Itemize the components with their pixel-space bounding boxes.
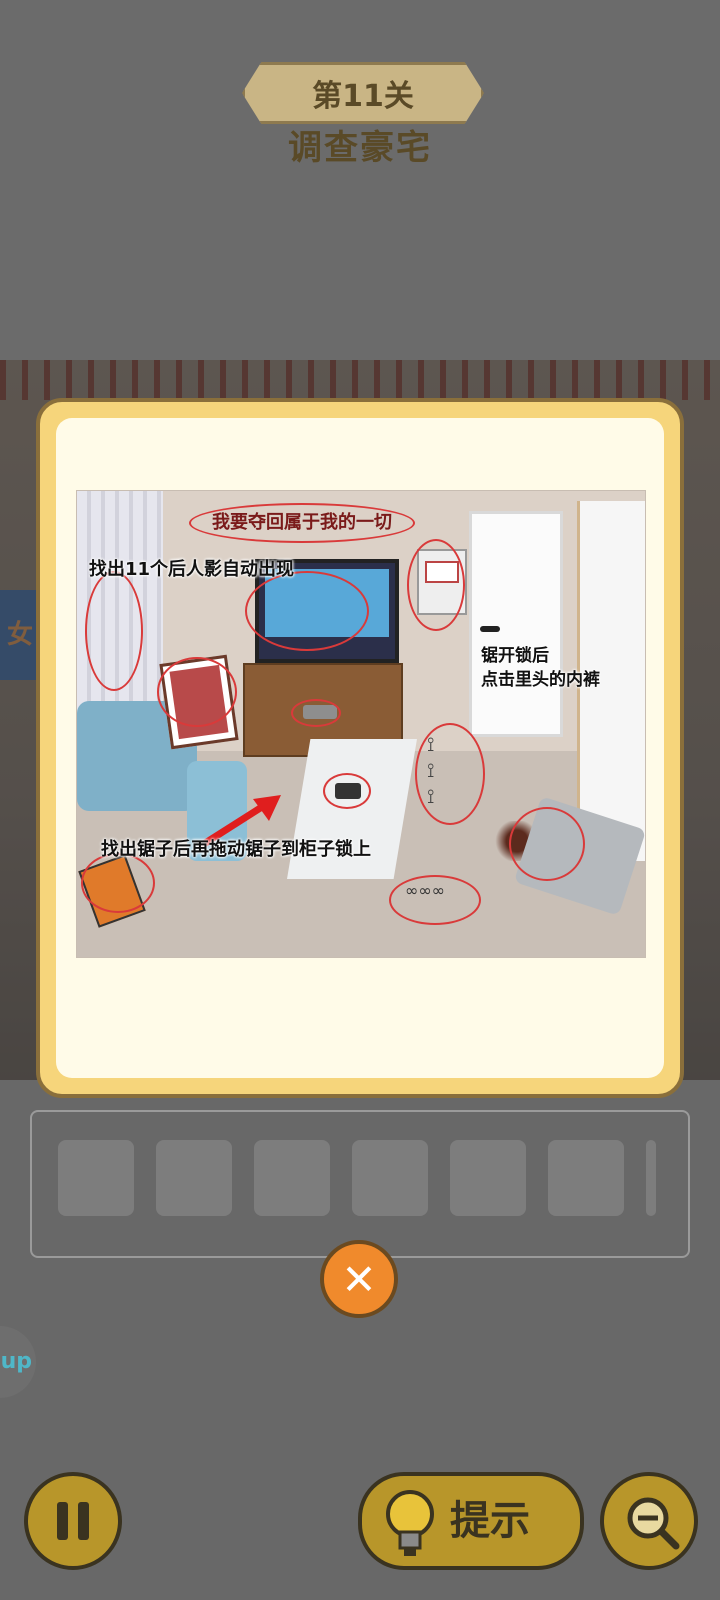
inventory-slot[interactable] bbox=[58, 1140, 134, 1216]
circle-phone bbox=[323, 773, 371, 809]
note-cabinet-line2: 点击里头的内裤 bbox=[481, 670, 600, 690]
inventory-slot[interactable] bbox=[450, 1140, 526, 1216]
circle-graffiti bbox=[189, 503, 415, 543]
hint-illustration: ⟟ ⟟ ⟟ ∞∞∞ 我要夺回属于我的一切 找出11个后人影自动出现 找出锯子后再拖动… bbox=[76, 490, 646, 958]
lightbulb-icon bbox=[386, 1490, 434, 1556]
pause-button[interactable] bbox=[24, 1472, 122, 1570]
inventory-slot[interactable] bbox=[254, 1140, 330, 1216]
zoom-out-icon bbox=[627, 1497, 680, 1550]
inventory-slot[interactable] bbox=[352, 1140, 428, 1216]
inventory-slot-partial[interactable] bbox=[646, 1140, 656, 1216]
door bbox=[469, 511, 563, 737]
inventory-slot[interactable] bbox=[156, 1140, 232, 1216]
close-button[interactable]: ✕ bbox=[320, 1240, 398, 1318]
level-banner: 第11关 bbox=[242, 62, 484, 124]
circle-photo-frame bbox=[157, 657, 237, 727]
stage-title: 调查豪宅 bbox=[288, 128, 432, 168]
circle-chain bbox=[389, 875, 481, 925]
pause-icon bbox=[57, 1502, 68, 1540]
circle-tv bbox=[245, 571, 369, 651]
hint-button-label: 提示 bbox=[450, 1498, 530, 1544]
zoom-out-button[interactable] bbox=[600, 1472, 698, 1570]
circle-tray bbox=[291, 699, 341, 727]
circle-footprints bbox=[415, 723, 485, 825]
note-cabinet-line1: 锯开锁后 bbox=[481, 646, 549, 666]
note-drag-saw: 找出锯子后再拖动锯子到柜子锁上 bbox=[101, 839, 371, 860]
hint-button[interactable]: 提示 bbox=[358, 1472, 584, 1570]
door-knob bbox=[480, 626, 500, 632]
inventory-bar bbox=[30, 1110, 690, 1258]
circle-bag bbox=[509, 807, 585, 881]
inventory-slot[interactable] bbox=[548, 1140, 624, 1216]
circle-curtain-shadow bbox=[85, 571, 143, 691]
note-shadow-appears: 找出11个后人影自动出现 bbox=[89, 559, 295, 580]
close-icon: ✕ bbox=[341, 1254, 377, 1304]
circle-meter bbox=[407, 539, 465, 631]
circle-saw bbox=[81, 853, 155, 913]
